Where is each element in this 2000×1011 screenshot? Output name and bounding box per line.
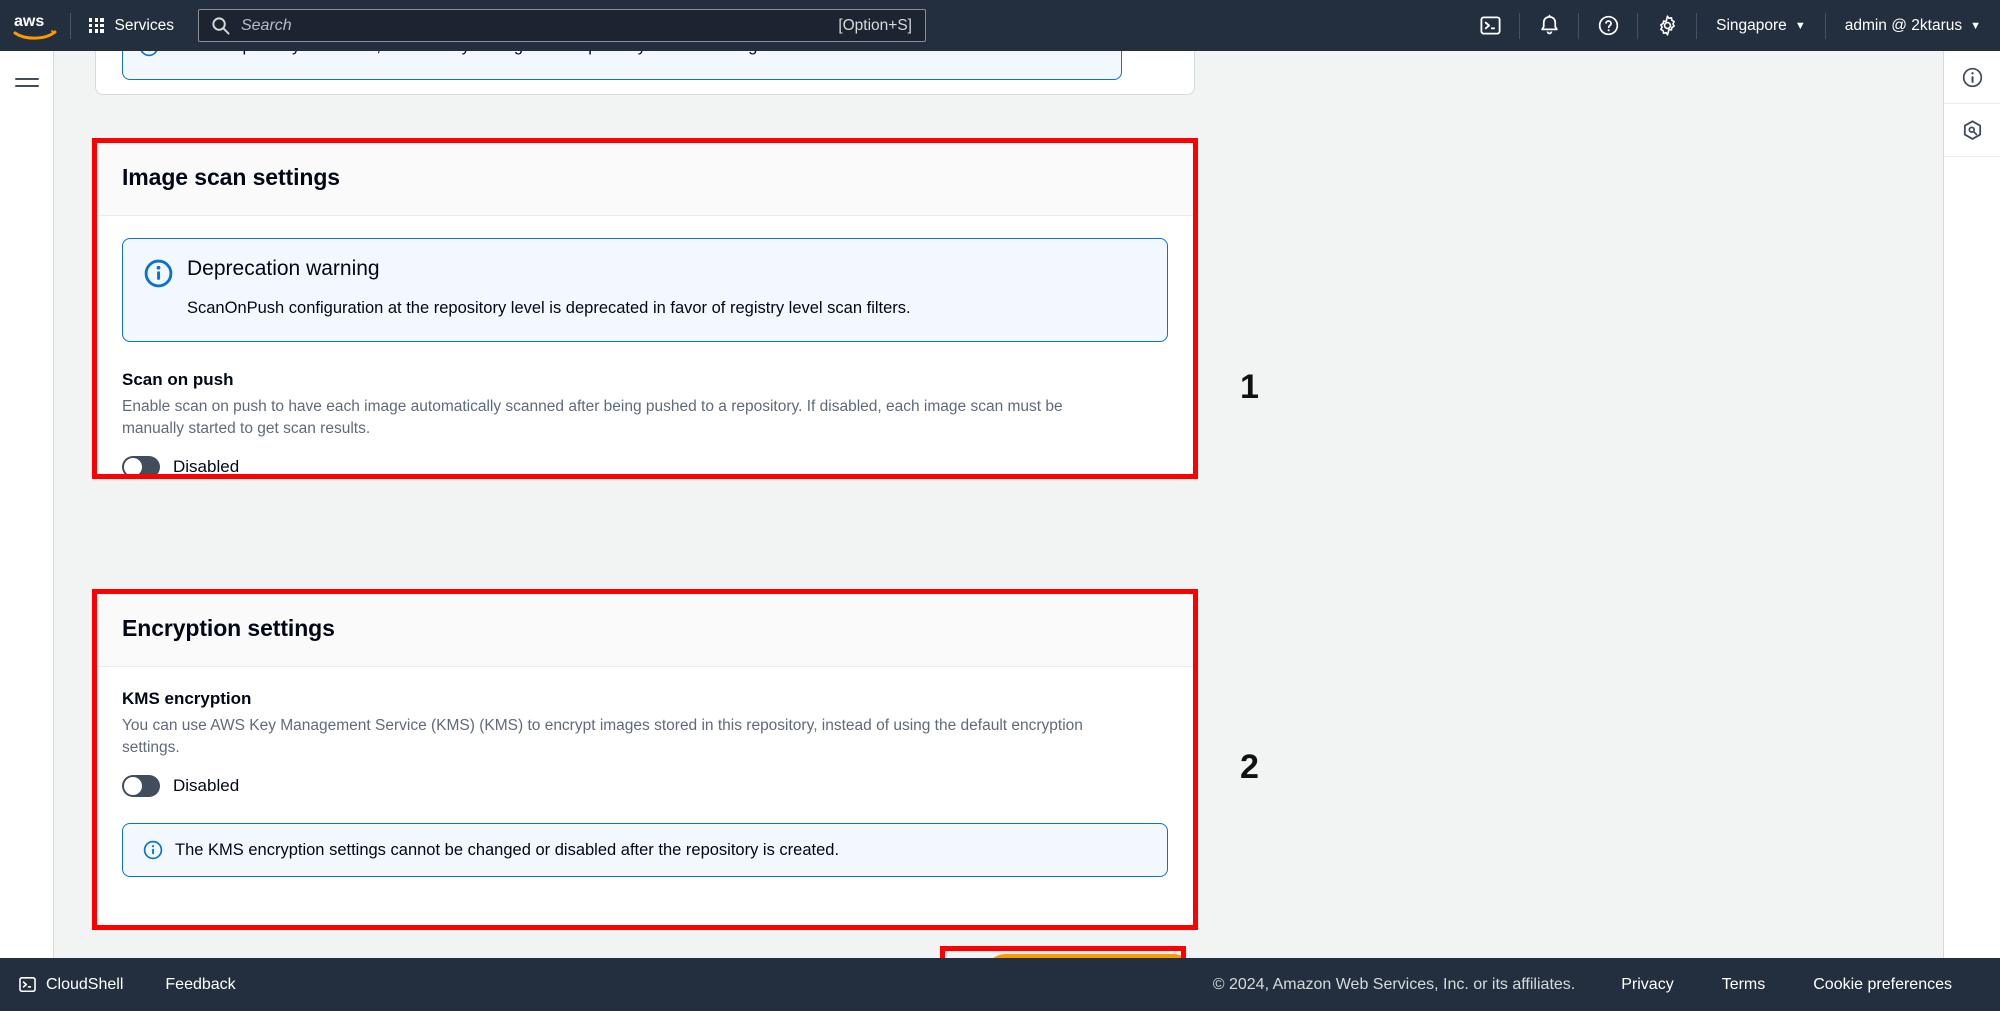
- right-utility-rail: [1943, 51, 2000, 958]
- info-panel-icon: [1962, 67, 1982, 87]
- kms-encryption-toggle-state: Disabled: [173, 776, 240, 795]
- image-scan-settings-header: Image scan settings: [96, 142, 1194, 216]
- aws-logo[interactable]: aws: [0, 0, 70, 51]
- toggle-switch-track: [122, 456, 160, 475]
- deprecation-warning-heading: Deprecation warning: [187, 257, 380, 280]
- encryption-settings-card: Encryption settings KMS encryption You c…: [95, 592, 1195, 927]
- settings-gear-icon: [1659, 15, 1675, 36]
- hamburger-line: [15, 84, 39, 87]
- global-search-box[interactable]: [Option+S]: [197, 9, 926, 42]
- help-button[interactable]: [1579, 0, 1637, 51]
- terms-link[interactable]: Terms: [1698, 958, 1790, 1011]
- cloudshell-label: CloudShell: [46, 975, 124, 993]
- image-scan-settings-title: Image scan settings: [122, 164, 340, 190]
- notifications-button[interactable]: [1520, 0, 1578, 51]
- privacy-link[interactable]: Privacy: [1597, 958, 1697, 1011]
- cloudshell-panel-icon: [1963, 119, 1981, 140]
- cloudshell-launch-button[interactable]: CloudShell: [0, 958, 143, 1011]
- deprecation-warning-body: ScanOnPush configuration at the reposito…: [187, 299, 911, 318]
- image-scan-settings-card: Image scan settings Deprecation warning …: [95, 141, 1195, 476]
- encryption-settings-title: Encryption settings: [122, 615, 335, 641]
- kms-notice-alert: The KMS encryption settings cannot be ch…: [122, 823, 1168, 877]
- bottom-status-bar: CloudShell Feedback © 2024, Amazon Web S…: [0, 958, 2000, 1011]
- search-input[interactable]: [240, 16, 839, 35]
- toggle-switch-track: [122, 775, 160, 797]
- notifications-bell-icon: [1540, 14, 1558, 35]
- visibility-alert-text: Once a repository is created, the visibi…: [170, 51, 780, 59]
- settings-button[interactable]: [1638, 0, 1696, 51]
- annotation-number-1: 1: [1240, 368, 1259, 406]
- cloudshell-nav-button[interactable]: [1461, 0, 1519, 51]
- scan-on-push-toggle[interactable]: Disabled: [122, 456, 1168, 476]
- cookie-preferences-label: Cookie preferences: [1813, 975, 1952, 993]
- scan-on-push-toggle-state: Disabled: [173, 457, 240, 476]
- bottom-bar-right-group: © 2024, Amazon Web Services, Inc. or its…: [1191, 958, 2000, 1011]
- kms-encryption-field: KMS encryption You can use AWS Key Manag…: [122, 689, 1168, 797]
- info-circle-icon: [143, 840, 163, 860]
- left-navigation-rail: [0, 51, 54, 958]
- svg-text:aws: aws: [14, 13, 44, 30]
- cloudshell-icon: [1480, 16, 1501, 35]
- region-selector[interactable]: Singapore ▼: [1697, 0, 1825, 51]
- cloudshell-icon: [19, 976, 36, 993]
- info-panel-button[interactable]: [1944, 51, 2000, 104]
- copyright-text: © 2024, Amazon Web Services, Inc. or its…: [1212, 975, 1576, 993]
- account-menu[interactable]: admin @ 2ktarus ▼: [1826, 0, 2000, 51]
- page-canvas: Once a repository is created, the visibi…: [54, 51, 1943, 958]
- scan-on-push-description: Enable scan on push to have each image a…: [122, 398, 1063, 438]
- encryption-settings-body: KMS encryption You can use AWS Key Manag…: [96, 667, 1194, 903]
- top-navigation-bar: aws Services [Option+S]: [0, 0, 2000, 51]
- kms-encryption-label: KMS encryption: [122, 689, 252, 708]
- toggle-switch-knob: [124, 458, 142, 475]
- search-icon: [212, 17, 230, 35]
- bottom-bar-left-group: CloudShell Feedback: [0, 958, 258, 1011]
- terms-label: Terms: [1721, 975, 1766, 993]
- account-label: admin @ 2ktarus: [1844, 16, 1963, 34]
- privacy-label: Privacy: [1621, 975, 1674, 993]
- cloudshell-panel-button[interactable]: [1944, 104, 2000, 157]
- kms-encryption-description: You can use AWS Key Management Service (…: [122, 717, 1083, 756]
- encryption-settings-header: Encryption settings: [96, 593, 1194, 667]
- info-circle-icon: [140, 51, 158, 57]
- feedback-link[interactable]: Feedback: [143, 958, 257, 1011]
- kms-notice-text: The KMS encryption settings cannot be ch…: [175, 840, 840, 859]
- deprecation-warning-alert: Deprecation warning ScanOnPush configura…: [122, 238, 1168, 343]
- cookie-preferences-link[interactable]: Cookie preferences: [1789, 958, 1976, 1011]
- feedback-label: Feedback: [165, 975, 236, 993]
- chevron-down-icon: ▼: [1970, 20, 1981, 32]
- sidebar-toggle-button[interactable]: [11, 68, 43, 96]
- waffle-grid-icon: [89, 18, 104, 33]
- help-question-icon: [1598, 15, 1618, 36]
- services-label: Services: [114, 16, 174, 34]
- visibility-info-alert: Once a repository is created, the visibi…: [122, 51, 1122, 80]
- scan-on-push-label: Scan on push: [122, 370, 234, 390]
- scan-on-push-field: Scan on push Enable scan on push to have…: [122, 370, 1168, 476]
- toggle-switch-knob: [124, 777, 142, 795]
- repository-settings-container-clipped: Once a repository is created, the visibi…: [95, 51, 1195, 95]
- form-actions-row: Cancel Create repository: [95, 948, 1195, 958]
- info-circle-icon: [144, 259, 173, 288]
- region-label: Singapore: [1716, 16, 1787, 34]
- services-menu-button[interactable]: Services: [71, 0, 190, 51]
- annotation-number-2: 2: [1240, 748, 1259, 786]
- nav-right-group: Singapore ▼ admin @ 2ktarus ▼: [1461, 0, 2000, 51]
- chevron-down-icon: ▼: [1794, 20, 1806, 32]
- kms-encryption-toggle[interactable]: Disabled: [122, 775, 1168, 797]
- hamburger-line: [15, 77, 39, 80]
- image-scan-settings-body: Deprecation warning ScanOnPush configura…: [96, 216, 1194, 476]
- search-shortcut-hint: [Option+S]: [838, 16, 912, 34]
